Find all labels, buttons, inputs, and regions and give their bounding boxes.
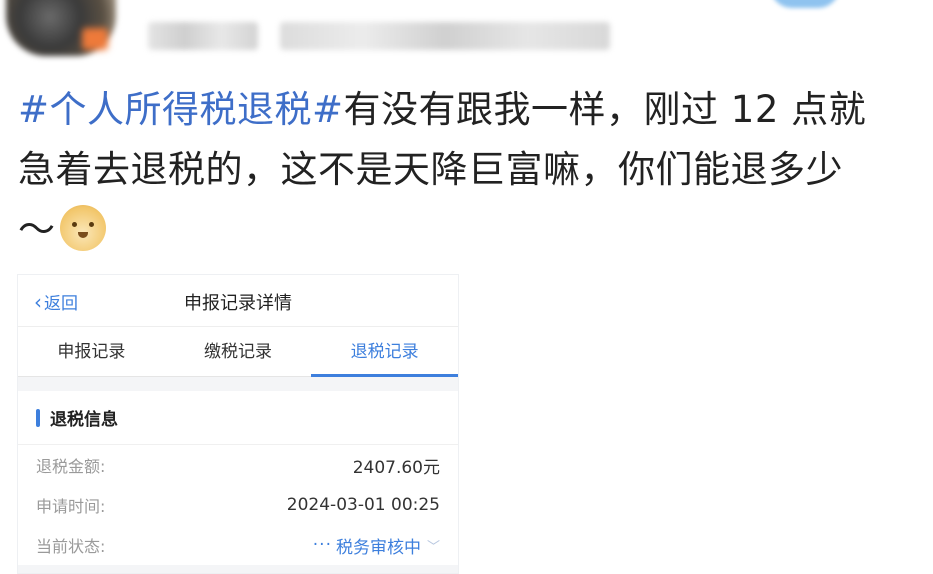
hashtag-link[interactable]: #个人所得税退税# xyxy=(18,88,344,131)
apply-time-row: 申请时间: 2024-03-01 00:25 xyxy=(18,485,458,525)
refund-amount-label: 退税金额: xyxy=(36,457,106,476)
apply-time-label: 申请时间: xyxy=(36,497,106,516)
page-title: 申报记录详情 xyxy=(184,293,292,314)
post-text-line3: ～ xyxy=(18,208,56,251)
post-text-line2: 急着去退税的，这不是天降巨富嘛，你们能退多少 xyxy=(18,148,843,191)
avatar[interactable] xyxy=(6,0,116,56)
status-label: 当前状态: xyxy=(36,537,106,556)
refund-info-card: 退税信息 退税金额: 2407.60元 申请时间: 2024-03-01 00:… xyxy=(18,391,458,565)
status-value[interactable]: ··· 税务审核中 ﹀ xyxy=(313,533,440,558)
status-row[interactable]: 当前状态: ··· 税务审核中 ﹀ xyxy=(18,525,458,565)
refund-amount-value: 2407.60元 xyxy=(352,457,440,478)
tab-declaration-records[interactable]: 申报记录 xyxy=(18,327,165,376)
post-text-line1: 有没有跟我一样，刚过 12 点就 xyxy=(343,88,867,131)
tab-bar: 申报记录 缴税记录 退税记录 xyxy=(18,327,458,377)
refund-amount-row: 退税金额: 2407.60元 xyxy=(18,445,458,485)
embedded-app-screenshot[interactable]: ‹ 返回 申报记录详情 申报记录 缴税记录 退税记录 退税信息 退税金额: 24… xyxy=(17,274,459,574)
tab-payment-records[interactable]: 缴税记录 xyxy=(165,327,312,376)
navbar: ‹ 返回 申报记录详情 xyxy=(18,275,458,327)
status-text: 税务审核中 xyxy=(335,537,421,558)
chevron-down-icon: ﹀ xyxy=(426,539,440,555)
post-header xyxy=(0,0,933,62)
section-header: 退税信息 xyxy=(18,391,458,445)
section-accent-bar xyxy=(36,408,40,427)
status-dots: ··· xyxy=(312,535,332,555)
blurred-username[interactable] xyxy=(148,22,258,50)
tab-refund-records[interactable]: 退税记录 xyxy=(311,327,458,377)
apply-time-value: 2024-03-01 00:25 xyxy=(286,495,440,515)
doge-emoji-icon xyxy=(59,204,106,251)
post-text: #个人所得税退税#有没有跟我一样，刚过 12 点就 急着去退税的，这不是天降巨富… xyxy=(18,80,918,260)
blurred-post-meta xyxy=(280,22,610,50)
section-title: 退税信息 xyxy=(50,410,118,430)
verified-badge-icon xyxy=(770,0,840,8)
